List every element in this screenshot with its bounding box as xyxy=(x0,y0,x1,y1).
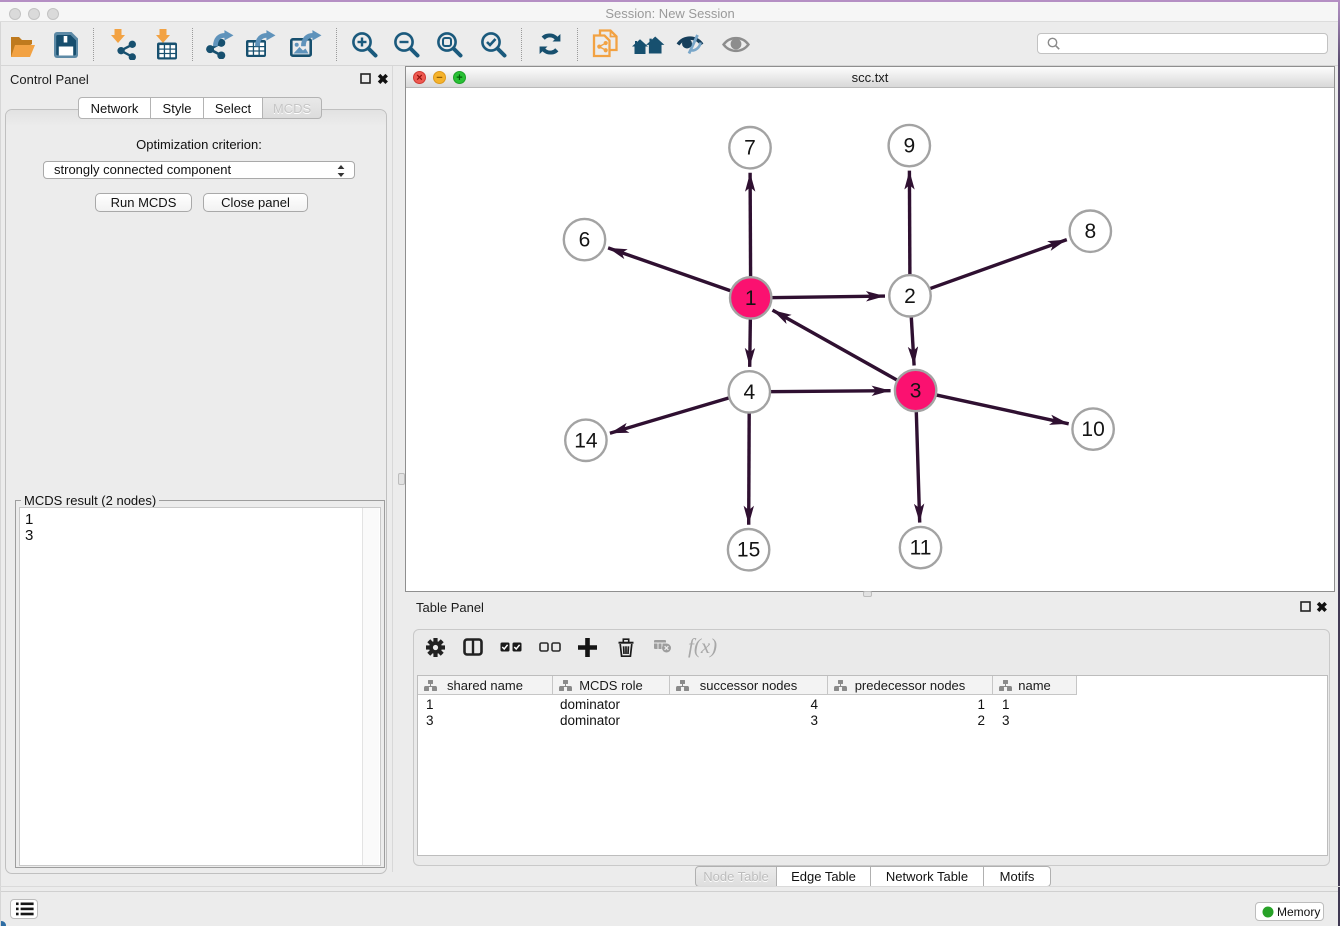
svg-text:10: 10 xyxy=(1081,418,1104,441)
svg-text:3: 3 xyxy=(910,380,922,403)
svg-text:4: 4 xyxy=(743,381,755,404)
svg-text:7: 7 xyxy=(744,137,756,160)
svg-text:14: 14 xyxy=(574,429,598,452)
svg-text:8: 8 xyxy=(1084,220,1096,243)
svg-text:1: 1 xyxy=(745,287,757,310)
svg-text:2: 2 xyxy=(904,285,916,308)
svg-text:9: 9 xyxy=(903,135,915,158)
svg-text:15: 15 xyxy=(737,539,760,562)
svg-text:6: 6 xyxy=(579,229,591,252)
svg-text:11: 11 xyxy=(910,537,932,560)
